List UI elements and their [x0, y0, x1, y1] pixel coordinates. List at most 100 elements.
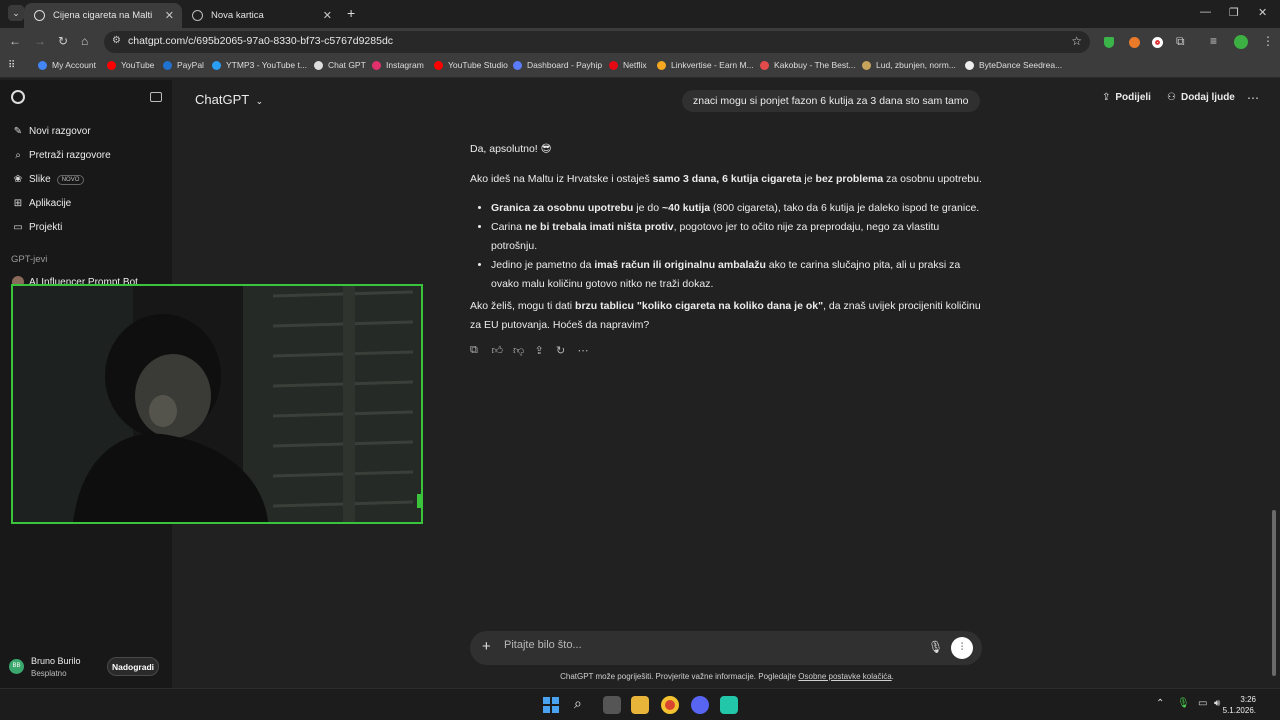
tab-cijena-cigareta[interactable]: Cijena cigareta na Malti ✕ — [24, 3, 182, 28]
capcut-icon[interactable] — [720, 696, 738, 714]
browser-menu-icon[interactable]: ⋮ — [1262, 34, 1274, 48]
voice-mode-button[interactable]: ⫶ — [951, 637, 973, 659]
cookie-settings-link[interactable]: Osobne postavke kolačića — [798, 672, 891, 681]
discord-icon[interactable] — [691, 696, 709, 714]
bookmark-favicon-icon — [163, 60, 172, 70]
bookmark-item[interactable]: My Account — [38, 60, 96, 70]
upgrade-button[interactable]: Nadogradi — [107, 657, 159, 676]
user-name: Bruno Burilo — [31, 656, 81, 666]
scrollbar[interactable] — [1272, 510, 1276, 676]
message-actions: ⧉ 👍︎ 👎︎ ⇪ ↻ ⋯ — [470, 344, 599, 357]
thumbs-up-icon[interactable]: 👍︎ — [492, 344, 514, 357]
sidebar-item-apps[interactable]: ⊞ Aplikacije — [12, 198, 71, 209]
extension-record-icon[interactable] — [1152, 37, 1163, 48]
bookmark-label: Lud, zbunjen, norm... — [876, 60, 956, 70]
reading-list-icon[interactable]: ≡ — [1210, 34, 1217, 48]
reload-icon[interactable]: ↻ — [58, 34, 68, 48]
time: 3:26 — [1240, 695, 1256, 704]
microphone-icon[interactable]: 🎙︎ — [928, 640, 943, 654]
address-bar[interactable]: ⚙ chatgpt.com/c/695b2065-97a0-8330-bf73-… — [104, 31, 1090, 53]
bookmark-label: PayPal — [177, 60, 204, 70]
bookmark-favicon-icon — [434, 60, 443, 70]
task-view-icon[interactable] — [603, 696, 621, 714]
bookmark-item[interactable]: Kakobuy - The Best... — [760, 60, 856, 70]
chevron-up-icon[interactable]: ⌃ — [1156, 698, 1164, 709]
bookmark-favicon-icon — [107, 60, 116, 70]
restore-icon[interactable]: ❐ — [1229, 6, 1239, 19]
image-icon: ❀ — [13, 174, 23, 185]
bookmark-label: Instagram — [386, 60, 424, 70]
window-close-icon[interactable]: ✕ — [1258, 6, 1267, 19]
search-icon[interactable]: ⌕ — [574, 695, 582, 712]
thumbs-down-icon[interactable]: 👎︎ — [513, 344, 535, 357]
sidebar-item-images[interactable]: ❀ Slike NOVO — [12, 174, 85, 185]
sidebar-item-new-chat[interactable]: ✎ Novi razgovor — [12, 126, 91, 137]
bookmark-label: YouTube — [121, 60, 155, 70]
bookmark-item[interactable]: Lud, zbunjen, norm... — [862, 60, 956, 70]
sidebar-item-search[interactable]: ⌕ Pretraži razgovore — [12, 150, 111, 161]
sidebar-item-projects[interactable]: ▭ Projekti — [12, 222, 62, 233]
bold-text: ne bi trebala imati ništa protiv — [524, 221, 674, 233]
clock[interactable]: 3:26 5.1.2026. — [1223, 694, 1256, 716]
assistant-list: Granica za osobnu upotrebu je do ~40 kut… — [470, 199, 982, 294]
add-person-icon: ⚇ — [1167, 92, 1176, 103]
bookmark-item[interactable]: Linkvertise - Earn M... — [657, 60, 754, 70]
new-tab-icon[interactable]: + — [347, 5, 355, 21]
bookmark-item[interactable]: Chat GPT — [314, 60, 366, 70]
text: za osobnu upotrebu. — [883, 173, 982, 185]
bookmark-item[interactable]: YouTube Studio — [434, 60, 508, 70]
resize-handle-icon[interactable] — [417, 494, 421, 508]
tab-label: Nova kartica — [211, 10, 264, 21]
extension-orange-icon[interactable] — [1129, 37, 1140, 48]
add-attachment-icon[interactable]: + — [482, 638, 491, 655]
more-options-icon[interactable]: ⋯ — [1247, 91, 1259, 105]
chrome-icon[interactable] — [661, 696, 679, 714]
bookmark-item[interactable]: Netflix — [609, 60, 647, 70]
copy-icon[interactable]: ⧉ — [470, 344, 492, 357]
profile-avatar-icon[interactable] — [1234, 35, 1248, 49]
bookmark-item[interactable]: YouTube — [107, 60, 154, 70]
list-item: Carina ne bi trebala imati ništa protiv,… — [491, 218, 982, 256]
bookmark-label: Netflix — [623, 60, 647, 70]
minimize-icon[interactable]: — — [1200, 6, 1211, 18]
windows-start-icon[interactable] — [543, 697, 559, 713]
openai-logo-icon[interactable] — [11, 90, 25, 104]
bookmark-item[interactable]: YTMP3 - YouTube t... — [212, 60, 307, 70]
bold-text: samo 3 dana — [652, 173, 717, 185]
model-selector[interactable]: ChatGPT ⌄ — [195, 92, 263, 107]
tab-list-icon[interactable]: ⌄ — [8, 5, 24, 21]
tab-nova-kartica[interactable]: Nova kartica ✕ — [182, 3, 340, 28]
bookmark-item[interactable]: Dashboard - Payhip — [513, 60, 602, 70]
home-icon[interactable]: ⌂ — [81, 34, 88, 48]
more-icon[interactable]: ⋯ — [578, 344, 600, 357]
close-tab-icon[interactable]: ✕ — [165, 9, 174, 22]
webcam-overlay — [11, 284, 423, 524]
globe-icon — [192, 10, 203, 21]
apps-grid-icon[interactable]: ⠿ — [8, 60, 15, 71]
prompt-input[interactable] — [504, 639, 884, 651]
toggle-sidebar-icon[interactable] — [150, 92, 162, 102]
webcam-feed — [13, 286, 421, 522]
share-icon[interactable]: ⇪ — [535, 344, 557, 357]
volume-icon[interactable]: 🔊︎ — [1214, 698, 1220, 709]
sidebar-item-label: Novi razgovor — [29, 126, 91, 137]
bold-text: ~40 kutija — [661, 202, 711, 214]
site-info-icon[interactable]: ⚙ — [112, 35, 121, 46]
close-tab-icon[interactable]: ✕ — [323, 9, 332, 22]
share-button[interactable]: ⇪ Podijeli — [1102, 92, 1151, 103]
file-explorer-icon[interactable] — [631, 696, 649, 714]
bookmark-item[interactable]: PayPal — [163, 60, 204, 70]
back-icon[interactable]: ← — [9, 34, 21, 48]
extensions-puzzle-icon[interactable]: ⧉ — [1176, 34, 1185, 49]
bookmark-item[interactable]: ByteDance Seedrea... — [965, 60, 1062, 70]
microphone-icon[interactable]: 🎙︎ — [1177, 698, 1190, 709]
text: Carina — [491, 221, 525, 233]
bookmark-item[interactable]: Instagram — [372, 60, 424, 70]
text: je do — [633, 202, 662, 214]
bookmark-star-icon[interactable]: ☆ — [1071, 34, 1082, 48]
forward-icon[interactable]: → — [34, 34, 46, 48]
regenerate-icon[interactable]: ↻ — [556, 344, 578, 357]
add-people-button[interactable]: ⚇ Dodaj ljude — [1167, 92, 1235, 103]
network-icon[interactable]: ▭ — [1198, 698, 1207, 709]
shield-extension-icon[interactable] — [1104, 37, 1114, 48]
